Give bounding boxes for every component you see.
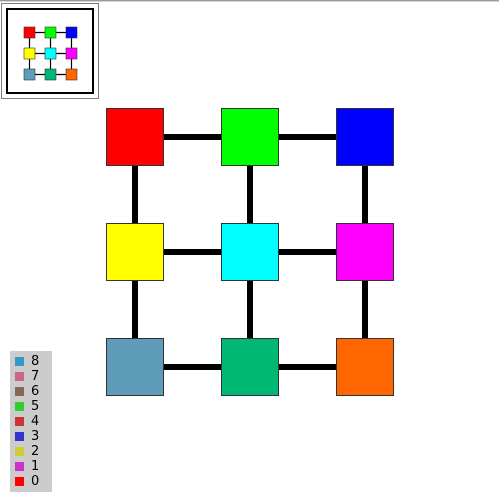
graph-node-n21[interactable] — [221, 338, 279, 396]
legend-swatch — [15, 387, 24, 396]
legend-swatch — [15, 372, 24, 381]
graph-node-n20[interactable] — [106, 338, 164, 396]
overview-minimap — [23, 26, 78, 81]
legend-item-3: 3 — [15, 429, 52, 444]
minimap-node-n11 — [44, 47, 57, 60]
legend-label: 6 — [31, 384, 40, 399]
legend-swatch — [15, 432, 24, 441]
edge-v-1-2 — [362, 281, 368, 338]
window-top-border-shadow — [0, 1, 499, 2]
legend-item-2: 2 — [15, 444, 52, 459]
legend-label: 5 — [31, 399, 40, 414]
minimap-node-n12 — [65, 47, 78, 60]
minimap-node-n01 — [44, 26, 57, 39]
minimap-node-n21 — [44, 68, 57, 81]
minimap-node-n00 — [23, 26, 36, 39]
legend-swatch — [15, 417, 24, 426]
legend-item-8: 8 — [15, 354, 52, 369]
edge-v-0-0 — [132, 166, 138, 223]
legend-label: 8 — [31, 354, 40, 369]
edge-v-1-0 — [132, 281, 138, 338]
graph-node-n11[interactable] — [221, 223, 279, 281]
legend-item-1: 1 — [15, 459, 52, 474]
overview-viewport[interactable] — [6, 8, 94, 94]
legend-item-0: 0 — [15, 474, 52, 489]
graph-node-n12[interactable] — [336, 223, 394, 281]
legend-swatch — [15, 447, 24, 456]
edge-h-2-0 — [164, 364, 221, 370]
legend-item-5: 5 — [15, 399, 52, 414]
minimap-node-n02 — [65, 26, 78, 39]
minimap-node-n22 — [65, 68, 78, 81]
edge-v-1-1 — [247, 281, 253, 338]
legend-swatch — [15, 462, 24, 471]
graph-node-n02[interactable] — [336, 108, 394, 166]
legend-swatch — [15, 402, 24, 411]
minimap-node-n20 — [23, 68, 36, 81]
legend-label: 3 — [31, 429, 40, 444]
legend-item-4: 4 — [15, 414, 52, 429]
edge-h-2-1 — [279, 364, 336, 370]
minimap-node-n10 — [23, 47, 36, 60]
legend-item-6: 6 — [15, 384, 52, 399]
legend-label: 0 — [31, 474, 40, 489]
graph-node-n10[interactable] — [106, 223, 164, 281]
legend-swatch — [15, 357, 24, 366]
legend-item-7: 7 — [15, 369, 52, 384]
edge-v-0-2 — [362, 166, 368, 223]
edge-h-1-0 — [164, 249, 221, 255]
graph-node-n00[interactable] — [106, 108, 164, 166]
graph-node-n22[interactable] — [336, 338, 394, 396]
edge-h-0-1 — [279, 134, 336, 140]
legend-swatch — [15, 477, 24, 486]
legend-panel: 876543210 — [10, 351, 52, 492]
legend-label: 7 — [31, 369, 40, 384]
legend-label: 2 — [31, 444, 40, 459]
legend-label: 4 — [31, 414, 40, 429]
legend-label: 1 — [31, 459, 40, 474]
edge-h-0-0 — [164, 134, 221, 140]
edge-h-1-1 — [279, 249, 336, 255]
graph-node-n01[interactable] — [221, 108, 279, 166]
overview-panel[interactable] — [1, 3, 99, 99]
edge-v-0-1 — [247, 166, 253, 223]
